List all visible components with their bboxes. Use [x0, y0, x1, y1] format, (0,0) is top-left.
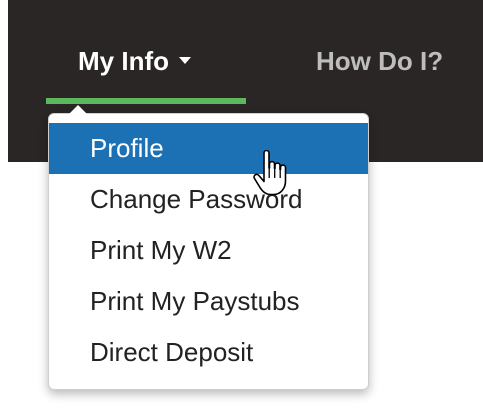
dropdown-pointer	[69, 105, 87, 114]
navbar-edge	[0, 0, 8, 162]
active-tab-indicator	[46, 98, 246, 104]
nav-item-my-info-label: My Info	[78, 46, 169, 76]
my-info-dropdown-menu: Profile Change Password Print My W2 Prin…	[48, 105, 369, 390]
menu-item-profile[interactable]: Profile	[49, 123, 368, 174]
caret-down-icon	[179, 56, 191, 64]
menu-item-print-my-w2[interactable]: Print My W2	[49, 225, 368, 276]
menu-item-change-password[interactable]: Change Password	[49, 174, 368, 225]
menu-item-direct-deposit[interactable]: Direct Deposit	[49, 327, 368, 378]
nav-item-how-do-i[interactable]: How Do I?	[316, 38, 443, 84]
menu-item-print-my-paystubs[interactable]: Print My Paystubs	[49, 276, 368, 327]
nav-item-my-info[interactable]: My Info	[78, 38, 191, 84]
nav-item-how-do-i-label: How Do I?	[316, 46, 444, 76]
